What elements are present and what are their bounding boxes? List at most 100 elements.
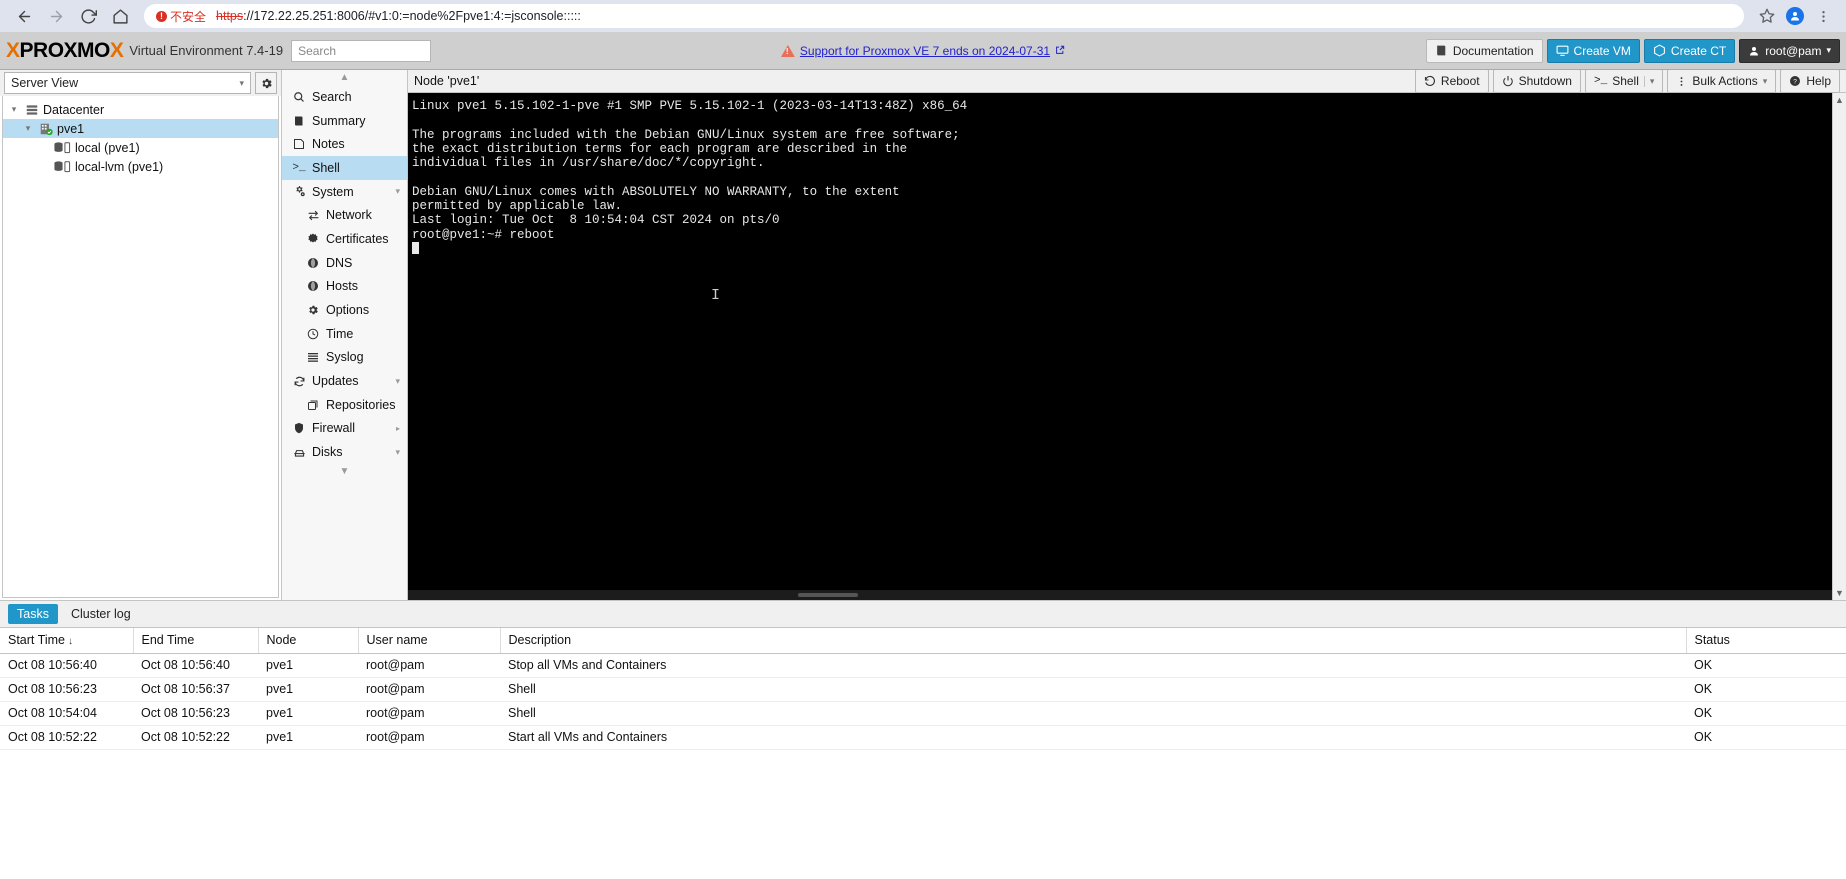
shutdown-button[interactable]: Shutdown bbox=[1492, 69, 1581, 93]
back-arrow-icon[interactable] bbox=[10, 2, 38, 30]
address-bar[interactable]: ! 不安全 https://172.22.25.251:8006/#v1:0:=… bbox=[144, 4, 1744, 28]
column-header-description[interactable]: Description bbox=[500, 628, 1687, 654]
summary-book-icon bbox=[292, 115, 306, 127]
column-header-status[interactable]: Status bbox=[1686, 628, 1846, 654]
home-icon[interactable] bbox=[106, 2, 134, 30]
nav-item-search[interactable]: Search bbox=[282, 85, 407, 109]
bulk-dropdown-arrow-icon[interactable]: ▾ bbox=[1763, 76, 1768, 87]
proxmox-logo[interactable]: X PROXMO X bbox=[6, 39, 124, 63]
node-actions: Reboot Shutdown >_ Shell ▾ Bulk Actions … bbox=[1414, 69, 1840, 93]
nav-item-options[interactable]: Options bbox=[282, 298, 407, 322]
settings-gear-button[interactable] bbox=[255, 72, 277, 94]
tasks-body: Oct 08 10:56:40 Oct 08 10:56:40 pve1 root@p… bbox=[0, 653, 1846, 750]
table-row[interactable]: Oct 08 10:56:40 Oct 08 10:56:40 pve1 root@p… bbox=[0, 653, 1846, 678]
nav-item-notes[interactable]: Notes bbox=[282, 132, 407, 156]
search-input[interactable]: Search bbox=[291, 39, 432, 62]
documentation-button[interactable]: Documentation bbox=[1425, 38, 1543, 63]
tab-cluster-log[interactable]: Cluster log bbox=[62, 604, 140, 624]
nav-scroll-up-icon[interactable]: ▲ bbox=[282, 70, 407, 85]
terminal-horizontal-scrollbar[interactable] bbox=[408, 590, 1832, 600]
chevron-down-icon[interactable]: ▾ bbox=[21, 123, 35, 134]
insecure-label: 不安全 bbox=[170, 9, 207, 24]
user-icon bbox=[1750, 46, 1759, 55]
create-ct-button[interactable]: Create CT bbox=[1643, 38, 1736, 63]
chevron-down-icon[interactable]: ▾ bbox=[395, 447, 400, 458]
reload-icon[interactable] bbox=[74, 2, 102, 30]
view-mode-select[interactable]: Server View ▾ bbox=[4, 72, 251, 94]
tree-item-pve1[interactable]: ▾ pve1 bbox=[3, 119, 278, 138]
scrollbar-thumb[interactable] bbox=[798, 593, 858, 597]
forward-arrow-icon[interactable] bbox=[42, 2, 70, 30]
user-menu-button[interactable]: root@pam ▾ bbox=[1739, 38, 1840, 63]
tab-tasks[interactable]: Tasks bbox=[8, 604, 58, 624]
server-view-panel: Server View ▾ ▾ Datacenter ▾ pve1 local (pve… bbox=[0, 70, 282, 600]
create-vm-button[interactable]: Create VM bbox=[1546, 38, 1640, 63]
nav-item-updates[interactable]: Updates ▾ bbox=[282, 369, 407, 393]
external-link-icon bbox=[1055, 44, 1065, 58]
tree-item-local[interactable]: local (pve1) bbox=[3, 138, 278, 157]
nav-item-network[interactable]: Network bbox=[282, 203, 407, 227]
tree-item-label: Datacenter bbox=[43, 102, 105, 117]
chevron-right-icon[interactable]: ▸ bbox=[396, 424, 400, 433]
nav-item-syslog[interactable]: Syslog bbox=[282, 346, 407, 370]
support-banner-link[interactable]: Support for Proxmox VE 7 ends on 2024-07… bbox=[800, 44, 1050, 58]
reboot-button[interactable]: Reboot bbox=[1414, 69, 1489, 93]
table-row[interactable]: Oct 08 10:54:04 Oct 08 10:56:23 pve1 root@p… bbox=[0, 701, 1846, 726]
scroll-down-arrow-icon[interactable]: ▼ bbox=[1835, 588, 1844, 598]
tree-item-datacenter[interactable]: ▾ Datacenter bbox=[3, 100, 278, 119]
nav-item-shell[interactable]: >_ Shell bbox=[282, 156, 407, 180]
nav-item-label: Hosts bbox=[326, 279, 358, 294]
main-area: Server View ▾ ▾ Datacenter ▾ pve1 local (pve… bbox=[0, 69, 1846, 600]
chevron-down-icon[interactable]: ▾ bbox=[395, 186, 400, 197]
help-button[interactable]: ? Help bbox=[1780, 69, 1840, 93]
dns-globe-icon bbox=[306, 257, 320, 269]
cell-desc: Shell bbox=[500, 677, 1686, 702]
cell-status: OK bbox=[1686, 677, 1846, 702]
support-banner: Support for Proxmox VE 7 ends on 2024-07… bbox=[780, 44, 1065, 58]
nav-item-certificates[interactable]: Certificates bbox=[282, 227, 407, 251]
bulk-actions-button[interactable]: Bulk Actions ▾ bbox=[1667, 69, 1777, 93]
column-header-node[interactable]: Node bbox=[258, 628, 359, 654]
cell-user: root@pam bbox=[358, 725, 500, 750]
three-dots-menu-icon[interactable] bbox=[1810, 3, 1836, 29]
column-header-user-name[interactable]: User name bbox=[358, 628, 501, 654]
table-row[interactable]: Oct 08 10:52:22 Oct 08 10:52:22 pve1 root@p… bbox=[0, 725, 1846, 750]
cell-end: Oct 08 10:56:40 bbox=[133, 653, 258, 678]
nav-item-dns[interactable]: DNS bbox=[282, 251, 407, 275]
profile-avatar-icon[interactable] bbox=[1782, 3, 1808, 29]
nav-item-firewall[interactable]: Firewall ▸ bbox=[282, 417, 407, 441]
table-row[interactable]: Oct 08 10:56:23 Oct 08 10:56:37 pve1 root@p… bbox=[0, 677, 1846, 702]
documentation-label: Documentation bbox=[1452, 43, 1534, 58]
scroll-up-arrow-icon[interactable]: ▲ bbox=[1835, 95, 1844, 105]
bulk-actions-label: Bulk Actions bbox=[1692, 74, 1758, 88]
chevron-down-icon[interactable]: ▾ bbox=[7, 104, 21, 115]
node-nav-menu: ▲ Search Summary Notes >_ Shell System ▾ Networ… bbox=[282, 70, 408, 600]
nav-item-repositories[interactable]: Repositories bbox=[282, 393, 407, 417]
star-icon[interactable] bbox=[1754, 3, 1780, 29]
datacenter-icon bbox=[25, 103, 39, 117]
column-header-end-time[interactable]: End Time bbox=[133, 628, 259, 654]
nav-scroll-down-icon[interactable]: ▼ bbox=[282, 464, 407, 479]
insecure-indicator[interactable]: ! 不安全 bbox=[156, 8, 206, 25]
terminal-vertical-scrollbar[interactable]: ▲ ▼ bbox=[1832, 93, 1846, 600]
nav-item-time[interactable]: Time bbox=[282, 322, 407, 346]
tree-item-local-lvm[interactable]: local-lvm (pve1) bbox=[3, 157, 278, 176]
column-header-label: Node bbox=[266, 633, 297, 648]
disks-icon bbox=[292, 446, 306, 459]
cell-start: Oct 08 10:54:04 bbox=[0, 701, 133, 726]
nav-item-hosts[interactable]: Hosts bbox=[282, 275, 407, 299]
cell-status: OK bbox=[1686, 701, 1846, 726]
warning-triangle-icon bbox=[780, 44, 795, 57]
terminal-container[interactable]: Linux pve1 5.15.102-1-pve #1 SMP PVE 5.1… bbox=[408, 93, 1846, 600]
shell-button[interactable]: >_ Shell ▾ bbox=[1584, 69, 1664, 93]
chevron-down-icon[interactable]: ▾ bbox=[395, 376, 400, 387]
cell-start: Oct 08 10:56:40 bbox=[0, 653, 133, 678]
nav-item-summary[interactable]: Summary bbox=[282, 109, 407, 133]
column-header-start-time[interactable]: Start Time ↓ bbox=[0, 628, 134, 654]
cell-start: Oct 08 10:56:23 bbox=[0, 677, 133, 702]
notes-icon bbox=[292, 138, 306, 150]
shell-dropdown-arrow-icon[interactable]: ▾ bbox=[1643, 75, 1654, 87]
cell-user: root@pam bbox=[358, 677, 500, 702]
nav-item-system[interactable]: System ▾ bbox=[282, 180, 407, 204]
nav-item-disks[interactable]: Disks ▾ bbox=[282, 440, 407, 464]
